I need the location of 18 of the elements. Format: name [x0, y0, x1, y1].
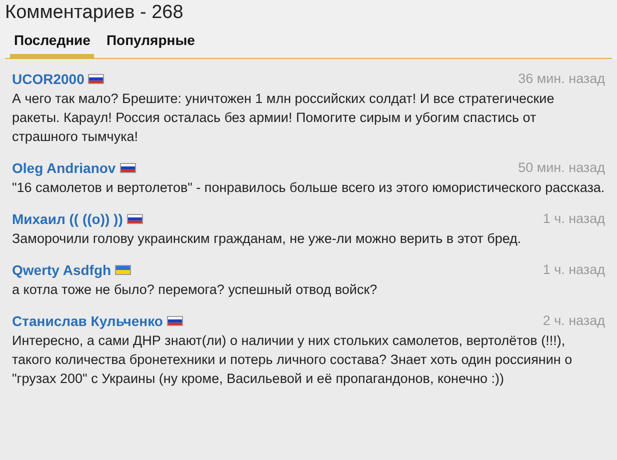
comments-heading: Комментариев - 268 [5, 1, 184, 25]
tab[interactable]: Последние [10, 30, 94, 58]
tab[interactable]: Популярные [102, 30, 199, 58]
author-link[interactable]: Михаил (( ((o)) )) [12, 210, 123, 228]
comment-text: "16 самолетов и вертолетов" - понравилось больше всего из этого юмористического рассказа. [12, 179, 605, 197]
author-link[interactable]: Oleg Andrianov [12, 159, 116, 177]
comment-time: 50 мин. назад [518, 159, 605, 177]
comment-time: 1 ч. назад [542, 261, 605, 279]
comment-time: 36 мин. назад [518, 70, 605, 88]
comment-text: Интересно, а сами ДНР знают(ли) о наличии у них стольких самолетов, вертолётов (!!!), такого количества бронетехники и потерь личного состава? Знает хоть один россиянин о "грузах 200" с Украины (ну кроме, Васильевой и её пропагандонов, конечно :)) [12, 332, 574, 388]
author-link[interactable]: Qwerty Asdfgh [12, 261, 112, 279]
comment-text: А чего так мало? Брешите: уничтожен 1 млн российских солдат! И все стратегические ракеты. Караул! Россия осталась без армии! Помогите сирым и убогим спастись от страшного тымчука! [12, 90, 556, 146]
comment-text: а котла тоже не было? перемога? успешный отвод войск? [12, 281, 378, 299]
comment-text: Заморочили голову украинским гражданам, не уже-ли можно верить в этот бред. [12, 230, 522, 248]
author-link[interactable]: Станислав Кульченко [12, 312, 163, 330]
comment-time: 1 ч. назад [542, 210, 605, 228]
comment-time: 2 ч. назад [542, 312, 605, 330]
author-link[interactable]: UCOR2000 [12, 70, 84, 88]
